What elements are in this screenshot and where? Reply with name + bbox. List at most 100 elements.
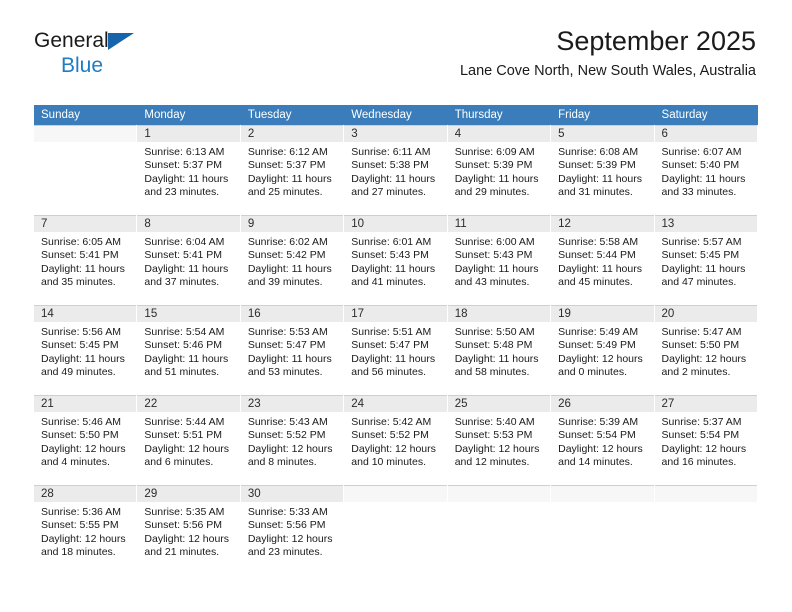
day-number: 7 [34, 215, 137, 232]
day-cell[interactable]: 12 Sunrise: 5:58 AM Sunset: 5:44 PM Dayligh… [551, 215, 655, 305]
day-details: Sunrise: 6:13 AM Sunset: 5:37 PM Daylight:… [137, 142, 239, 200]
day-cell[interactable]: 3 Sunrise: 6:11 AM Sunset: 5:38 PM Daylight… [344, 125, 448, 215]
calendar-cell[interactable]: 20 Sunrise: 5:47 AM Sunset: 5:50 PM Dayligh… [654, 305, 758, 395]
day-details: Sunrise: 5:33 AM Sunset: 5:56 PM Daylight:… [241, 502, 343, 560]
calendar-cell[interactable]: 4 Sunrise: 6:09 AM Sunset: 5:39 PM Daylight… [447, 125, 552, 215]
day-cell[interactable]: 5 Sunrise: 6:08 AM Sunset: 5:39 PM Daylight… [551, 125, 655, 215]
day-cell[interactable]: 16 Sunrise: 5:53 AM Sunset: 5:47 PM Dayligh… [240, 305, 345, 395]
calendar-cell[interactable]: 26 Sunrise: 5:39 AM Sunset: 5:54 PM Dayligh… [551, 395, 655, 485]
day-cell[interactable]: 7 Sunrise: 6:05 AM Sunset: 5:41 PM Daylight… [34, 215, 138, 305]
calendar-cell[interactable]: 19 Sunrise: 5:49 AM Sunset: 5:49 PM Dayligh… [551, 305, 655, 395]
calendar-cell[interactable]: 5 Sunrise: 6:08 AM Sunset: 5:39 PM Daylight… [551, 125, 655, 215]
calendar-cell[interactable]: 10 Sunrise: 6:01 AM Sunset: 5:43 PM Dayligh… [344, 215, 448, 305]
daylight-text-line1: Daylight: 12 hours [558, 442, 643, 455]
day-number: 28 [34, 485, 137, 502]
day-cell[interactable]: 11 Sunrise: 6:00 AM Sunset: 5:43 PM Dayligh… [447, 215, 552, 305]
day-cell[interactable]: 9 Sunrise: 6:02 AM Sunset: 5:42 PM Daylight… [240, 215, 345, 305]
calendar-cell[interactable]: 1 Sunrise: 6:13 AM Sunset: 5:37 PM Daylight… [137, 125, 241, 215]
day-cell[interactable]: 14 Sunrise: 5:56 AM Sunset: 5:45 PM Dayligh… [34, 305, 138, 395]
calendar-cell[interactable]: 23 Sunrise: 5:43 AM Sunset: 5:52 PM Dayligh… [240, 395, 345, 485]
day-cell [551, 485, 655, 575]
day-number [34, 125, 137, 142]
day-number: 22 [137, 395, 240, 412]
sunrise-text: Sunrise: 6:08 AM [558, 146, 639, 158]
calendar-cell[interactable]: 3 Sunrise: 6:11 AM Sunset: 5:38 PM Daylight… [344, 125, 448, 215]
daylight-text-line1: Daylight: 12 hours [558, 352, 643, 365]
day-cell[interactable]: 21 Sunrise: 5:46 AM Sunset: 5:50 PM Dayligh… [34, 395, 138, 485]
day-number: 4 [447, 125, 551, 142]
calendar-cell[interactable]: 11 Sunrise: 6:00 AM Sunset: 5:43 PM Dayligh… [447, 215, 552, 305]
calendar-cell[interactable]: 27 Sunrise: 5:37 AM Sunset: 5:54 PM Dayligh… [654, 395, 758, 485]
day-cell[interactable]: 18 Sunrise: 5:50 AM Sunset: 5:48 PM Dayligh… [447, 305, 552, 395]
sunrise-text: Sunrise: 6:07 AM [661, 146, 742, 158]
day-cell[interactable]: 20 Sunrise: 5:47 AM Sunset: 5:50 PM Dayligh… [654, 305, 758, 395]
calendar-cell[interactable]: 30 Sunrise: 5:33 AM Sunset: 5:56 PM Dayligh… [240, 485, 345, 575]
sunrise-text: Sunrise: 6:04 AM [144, 236, 225, 248]
day-cell[interactable]: 13 Sunrise: 5:57 AM Sunset: 5:45 PM Dayligh… [654, 215, 758, 305]
calendar-cell[interactable]: 9 Sunrise: 6:02 AM Sunset: 5:42 PM Daylight… [240, 215, 345, 305]
day-number: 2 [240, 125, 344, 142]
daylight-text-line2: and 31 minutes. [558, 186, 633, 199]
day-cell[interactable]: 27 Sunrise: 5:37 AM Sunset: 5:54 PM Dayligh… [654, 395, 758, 485]
daylight-text-line1: Daylight: 11 hours [144, 352, 229, 365]
calendar-cell[interactable]: 15 Sunrise: 5:54 AM Sunset: 5:46 PM Dayligh… [137, 305, 241, 395]
calendar-cell[interactable]: 28 Sunrise: 5:36 AM Sunset: 5:55 PM Dayligh… [34, 485, 138, 575]
daylight-text-line1: Daylight: 11 hours [661, 172, 746, 185]
calendar-cell [551, 485, 655, 575]
calendar-cell[interactable]: 21 Sunrise: 5:46 AM Sunset: 5:50 PM Dayligh… [34, 395, 138, 485]
calendar-cell[interactable]: 13 Sunrise: 5:57 AM Sunset: 5:45 PM Dayligh… [654, 215, 758, 305]
brand-logo[interactable]: General Blue [34, 30, 174, 78]
calendar-cell[interactable]: 17 Sunrise: 5:51 AM Sunset: 5:47 PM Dayligh… [344, 305, 448, 395]
day-details: Sunrise: 5:57 AM Sunset: 5:45 PM Daylight:… [655, 232, 757, 290]
sunset-text: Sunset: 5:43 PM [454, 249, 533, 262]
calendar-cell[interactable]: 25 Sunrise: 5:40 AM Sunset: 5:53 PM Dayligh… [447, 395, 552, 485]
calendar-cell[interactable]: 2 Sunrise: 6:12 AM Sunset: 5:37 PM Daylight… [240, 125, 345, 215]
daylight-text-line1: Daylight: 11 hours [144, 172, 229, 185]
sunset-text: Sunset: 5:37 PM [144, 159, 223, 172]
day-cell[interactable]: 26 Sunrise: 5:39 AM Sunset: 5:54 PM Dayligh… [551, 395, 655, 485]
calendar-cell[interactable]: 24 Sunrise: 5:42 AM Sunset: 5:52 PM Dayligh… [344, 395, 448, 485]
day-cell[interactable]: 22 Sunrise: 5:44 AM Sunset: 5:51 PM Dayligh… [137, 395, 241, 485]
daylight-text-line1: Daylight: 11 hours [454, 352, 539, 365]
day-number: 24 [344, 395, 447, 412]
day-cell[interactable]: 6 Sunrise: 6:07 AM Sunset: 5:40 PM Daylight… [654, 125, 758, 215]
calendar-cell[interactable]: 12 Sunrise: 5:58 AM Sunset: 5:44 PM Dayligh… [551, 215, 655, 305]
sunset-text: Sunset: 5:45 PM [661, 249, 740, 262]
day-details: Sunrise: 5:54 AM Sunset: 5:46 PM Daylight:… [137, 322, 239, 380]
sunrise-text: Sunrise: 5:51 AM [351, 326, 432, 338]
brand-name-blue: Blue [61, 54, 104, 77]
day-cell[interactable]: 29 Sunrise: 5:35 AM Sunset: 5:56 PM Dayligh… [137, 485, 241, 575]
daylight-text-line2: and 45 minutes. [558, 276, 633, 289]
sunset-text: Sunset: 5:55 PM [41, 519, 119, 532]
day-cell[interactable]: 23 Sunrise: 5:43 AM Sunset: 5:52 PM Dayligh… [240, 395, 345, 485]
day-cell[interactable]: 1 Sunrise: 6:13 AM Sunset: 5:37 PM Daylight… [137, 125, 241, 215]
calendar-cell[interactable]: 6 Sunrise: 6:07 AM Sunset: 5:40 PM Daylight… [654, 125, 758, 215]
day-details: Sunrise: 5:36 AM Sunset: 5:55 PM Daylight:… [34, 502, 136, 560]
calendar-cell[interactable]: 18 Sunrise: 5:50 AM Sunset: 5:48 PM Dayligh… [447, 305, 552, 395]
day-cell[interactable]: 2 Sunrise: 6:12 AM Sunset: 5:37 PM Daylight… [240, 125, 345, 215]
daylight-text-line1: Daylight: 12 hours [661, 352, 747, 365]
calendar-cell[interactable]: 7 Sunrise: 6:05 AM Sunset: 5:41 PM Daylight… [34, 215, 138, 305]
day-cell[interactable]: 10 Sunrise: 6:01 AM Sunset: 5:43 PM Dayligh… [344, 215, 448, 305]
calendar-cell[interactable]: 22 Sunrise: 5:44 AM Sunset: 5:51 PM Dayligh… [137, 395, 241, 485]
calendar-cell[interactable]: 8 Sunrise: 6:04 AM Sunset: 5:41 PM Daylight… [137, 215, 241, 305]
daylight-text-line2: and 27 minutes. [351, 186, 426, 199]
weekday-header-saturday: Saturday [654, 105, 758, 125]
sunset-text: Sunset: 5:40 PM [661, 159, 740, 172]
daylight-text-line1: Daylight: 12 hours [247, 442, 333, 455]
day-cell[interactable]: 19 Sunrise: 5:49 AM Sunset: 5:49 PM Dayligh… [551, 305, 655, 395]
day-cell[interactable]: 8 Sunrise: 6:04 AM Sunset: 5:41 PM Daylight… [137, 215, 241, 305]
calendar-cell[interactable]: 29 Sunrise: 5:35 AM Sunset: 5:56 PM Dayligh… [137, 485, 241, 575]
calendar-cell[interactable]: 16 Sunrise: 5:53 AM Sunset: 5:47 PM Dayligh… [240, 305, 345, 395]
day-cell[interactable]: 30 Sunrise: 5:33 AM Sunset: 5:56 PM Dayligh… [240, 485, 345, 575]
day-cell[interactable]: 15 Sunrise: 5:54 AM Sunset: 5:46 PM Dayligh… [137, 305, 241, 395]
day-cell [34, 125, 138, 215]
day-cell[interactable]: 17 Sunrise: 5:51 AM Sunset: 5:47 PM Dayligh… [344, 305, 448, 395]
day-cell[interactable]: 24 Sunrise: 5:42 AM Sunset: 5:52 PM Dayligh… [344, 395, 448, 485]
day-cell[interactable]: 4 Sunrise: 6:09 AM Sunset: 5:39 PM Daylight… [447, 125, 552, 215]
day-cell[interactable]: 25 Sunrise: 5:40 AM Sunset: 5:53 PM Dayligh… [447, 395, 552, 485]
day-cell[interactable]: 28 Sunrise: 5:36 AM Sunset: 5:55 PM Dayligh… [34, 485, 138, 575]
calendar-week-row: 28 Sunrise: 5:36 AM Sunset: 5:55 PM Dayligh… [34, 485, 758, 575]
sunset-text: Sunset: 5:49 PM [558, 339, 636, 352]
calendar-cell[interactable]: 14 Sunrise: 5:56 AM Sunset: 5:45 PM Dayligh… [34, 305, 138, 395]
